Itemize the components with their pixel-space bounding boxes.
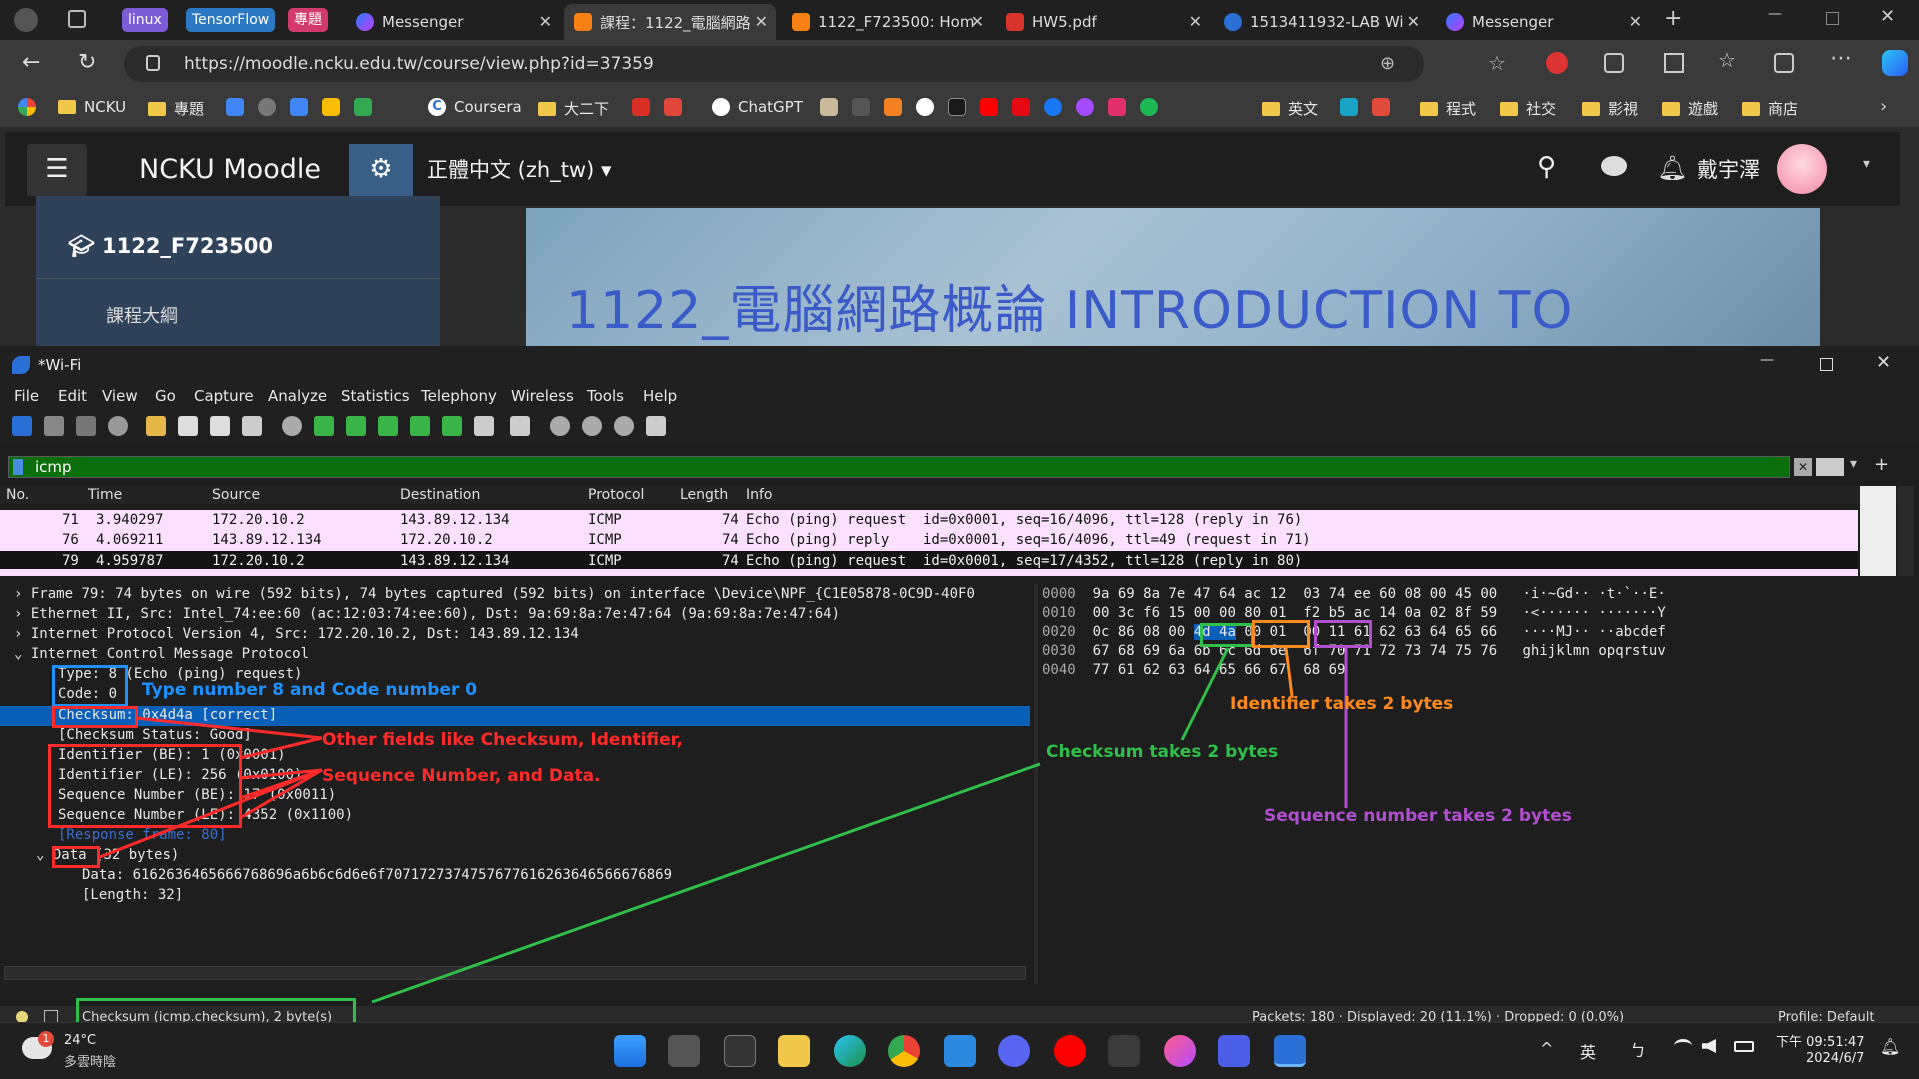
annotation-box-checksum <box>52 706 138 728</box>
discord-icon[interactable] <box>998 1035 1030 1067</box>
weather-widget[interactable]: 1 24°C 多雲時陰 <box>20 1029 160 1073</box>
wifi-icon[interactable] <box>1674 1039 1692 1053</box>
annotation-box-hex-identifier <box>1252 620 1310 648</box>
start-windows-icon[interactable] <box>614 1035 646 1067</box>
game-launcher-icon[interactable] <box>1108 1035 1140 1067</box>
notification-bell-icon[interactable]: 🔔︎ <box>1880 1037 1900 1056</box>
battery-icon[interactable] <box>1734 1041 1754 1052</box>
windows-taskbar: 1 24°C 多雲時陰 ^ 英 ㄅ 下午 09:51:47 2024/6/7 🔔… <box>0 1022 1919 1079</box>
annotation-lines <box>99 647 1348 1004</box>
annotation-type-code: Type number 8 and Code number 0 <box>142 680 478 700</box>
annotation-other-fields-1: Other fields like Checksum, Identifier, <box>322 730 683 750</box>
clock-time[interactable]: 下午 09:51:47 <box>1776 1031 1865 1050</box>
annotation-box-hex-sequence <box>1314 620 1372 648</box>
ime-indicator[interactable]: 英 <box>1580 1039 1596 1063</box>
file-explorer-icon[interactable] <box>778 1035 810 1067</box>
orange-arrow <box>1284 647 1294 697</box>
weather-desc: 多雲時陰 <box>64 1055 117 1070</box>
weather-alert-badge: 1 <box>38 1031 54 1047</box>
weather-temp: 24°C <box>64 1033 97 1048</box>
vscode-icon[interactable] <box>944 1035 976 1067</box>
clock-date[interactable]: 2024/6/7 <box>1806 1051 1864 1066</box>
volume-icon[interactable] <box>1702 1039 1716 1053</box>
annotation-sequence: Sequence number takes 2 bytes <box>1264 806 1572 826</box>
annotation-identifier: Identifier takes 2 bytes <box>1230 694 1454 714</box>
task-view-icon[interactable] <box>668 1035 700 1067</box>
wireshark-taskbar-icon[interactable] <box>1274 1035 1306 1067</box>
annotation-other-fields-2: Sequence Number, and Data. <box>322 766 601 786</box>
annotation-box-data <box>52 846 100 868</box>
edge-icon[interactable] <box>834 1035 866 1067</box>
chrome-icon[interactable] <box>888 1035 920 1067</box>
annotation-checksum: Checksum takes 2 bytes <box>1046 742 1279 762</box>
tray-chevron-up-icon[interactable]: ^ <box>1540 1039 1553 1058</box>
itunes-icon[interactable] <box>1164 1035 1196 1067</box>
app-icon[interactable] <box>1218 1035 1250 1067</box>
ime-mode-icon[interactable]: ㄅ <box>1630 1037 1646 1061</box>
terminal-icon[interactable] <box>724 1035 756 1067</box>
green-arrows <box>371 647 1230 1004</box>
annotation-box-id-seq <box>48 744 242 828</box>
annotation-box-hex-checksum <box>1200 623 1254 647</box>
annotation-box-type-code <box>52 665 128 707</box>
youtube-music-icon[interactable] <box>1054 1035 1086 1067</box>
